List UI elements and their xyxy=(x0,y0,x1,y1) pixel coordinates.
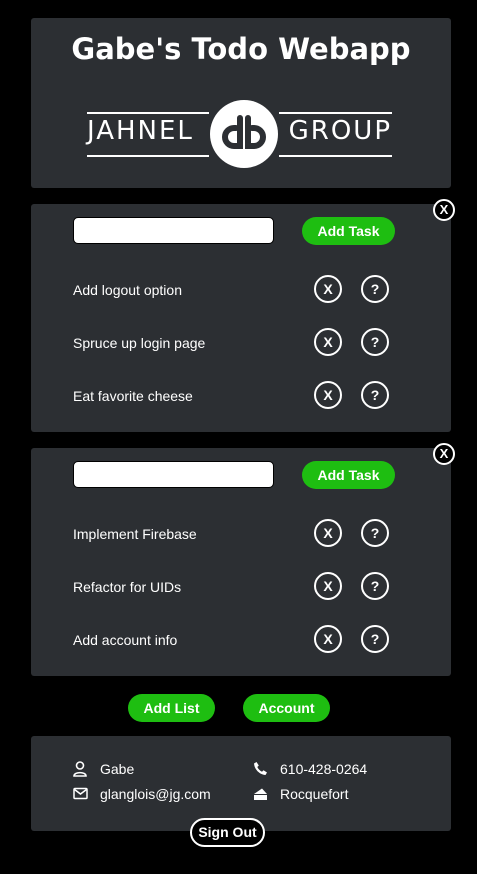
task-help-button[interactable]: ? xyxy=(361,328,389,356)
logo-badge-icon xyxy=(210,100,278,168)
close-list-button[interactable]: X xyxy=(433,199,455,221)
cheese-icon xyxy=(253,786,269,802)
favorite-cheese: Rocquefort xyxy=(280,786,349,802)
task-row: Refactor for UIDs X ? xyxy=(31,571,451,603)
app-title: Gabe's Todo Webapp xyxy=(71,32,411,66)
task-row: Spruce up login page X ? xyxy=(31,327,451,359)
add-list-button[interactable]: Add List xyxy=(128,694,215,722)
sign-out-button[interactable]: Sign Out xyxy=(190,818,265,847)
task-label: Spruce up login page xyxy=(73,335,206,351)
task-label: Implement Firebase xyxy=(73,526,197,542)
add-task-button[interactable]: Add Task xyxy=(302,217,395,245)
task-row: Add logout option X ? xyxy=(31,274,451,306)
task-help-button[interactable]: ? xyxy=(361,519,389,547)
delete-task-button[interactable]: X xyxy=(314,275,342,303)
task-help-button[interactable]: ? xyxy=(361,381,389,409)
header-card: Gabe's Todo Webapp JAHNEL GROUP xyxy=(31,18,451,188)
delete-task-button[interactable]: X xyxy=(314,381,342,409)
todo-list-1: Add Task X Add logout option X ? Spruce … xyxy=(31,199,455,432)
task-help-button[interactable]: ? xyxy=(361,275,389,303)
logo-word-right: GROUP xyxy=(288,116,392,146)
new-task-input[interactable] xyxy=(73,217,274,244)
task-help-button[interactable]: ? xyxy=(361,625,389,653)
user-name: Gabe xyxy=(100,761,135,777)
delete-task-button[interactable]: X xyxy=(314,519,342,547)
task-row: Implement Firebase X ? xyxy=(31,518,451,550)
user-email: glanglois@jg.com xyxy=(100,786,211,802)
task-label: Add logout option xyxy=(73,282,182,298)
todo-list-2: Add Task X Implement Firebase X ? Refact… xyxy=(31,443,455,676)
add-task-button[interactable]: Add Task xyxy=(302,461,395,489)
jahnel-group-logo: JAHNEL GROUP xyxy=(87,98,392,170)
envelope-icon xyxy=(73,786,89,802)
account-info-card: Gabe glanglois@jg.com 610-428-0264 Rocqu… xyxy=(31,736,451,831)
delete-task-button[interactable]: X xyxy=(314,572,342,600)
phone-icon xyxy=(253,761,269,777)
user-icon xyxy=(73,761,89,777)
delete-task-button[interactable]: X xyxy=(314,625,342,653)
task-label: Eat favorite cheese xyxy=(73,388,193,404)
account-button[interactable]: Account xyxy=(243,694,330,722)
task-row: Add account info X ? xyxy=(31,624,451,656)
delete-task-button[interactable]: X xyxy=(314,328,342,356)
task-label: Add account info xyxy=(73,632,178,648)
user-phone: 610-428-0264 xyxy=(280,761,368,777)
close-list-button[interactable]: X xyxy=(433,443,455,465)
task-row: Eat favorite cheese X ? xyxy=(31,380,451,412)
task-label: Refactor for UIDs xyxy=(73,579,182,595)
new-task-input[interactable] xyxy=(73,461,274,488)
logo-word-left: JAHNEL xyxy=(87,116,194,146)
task-help-button[interactable]: ? xyxy=(361,572,389,600)
